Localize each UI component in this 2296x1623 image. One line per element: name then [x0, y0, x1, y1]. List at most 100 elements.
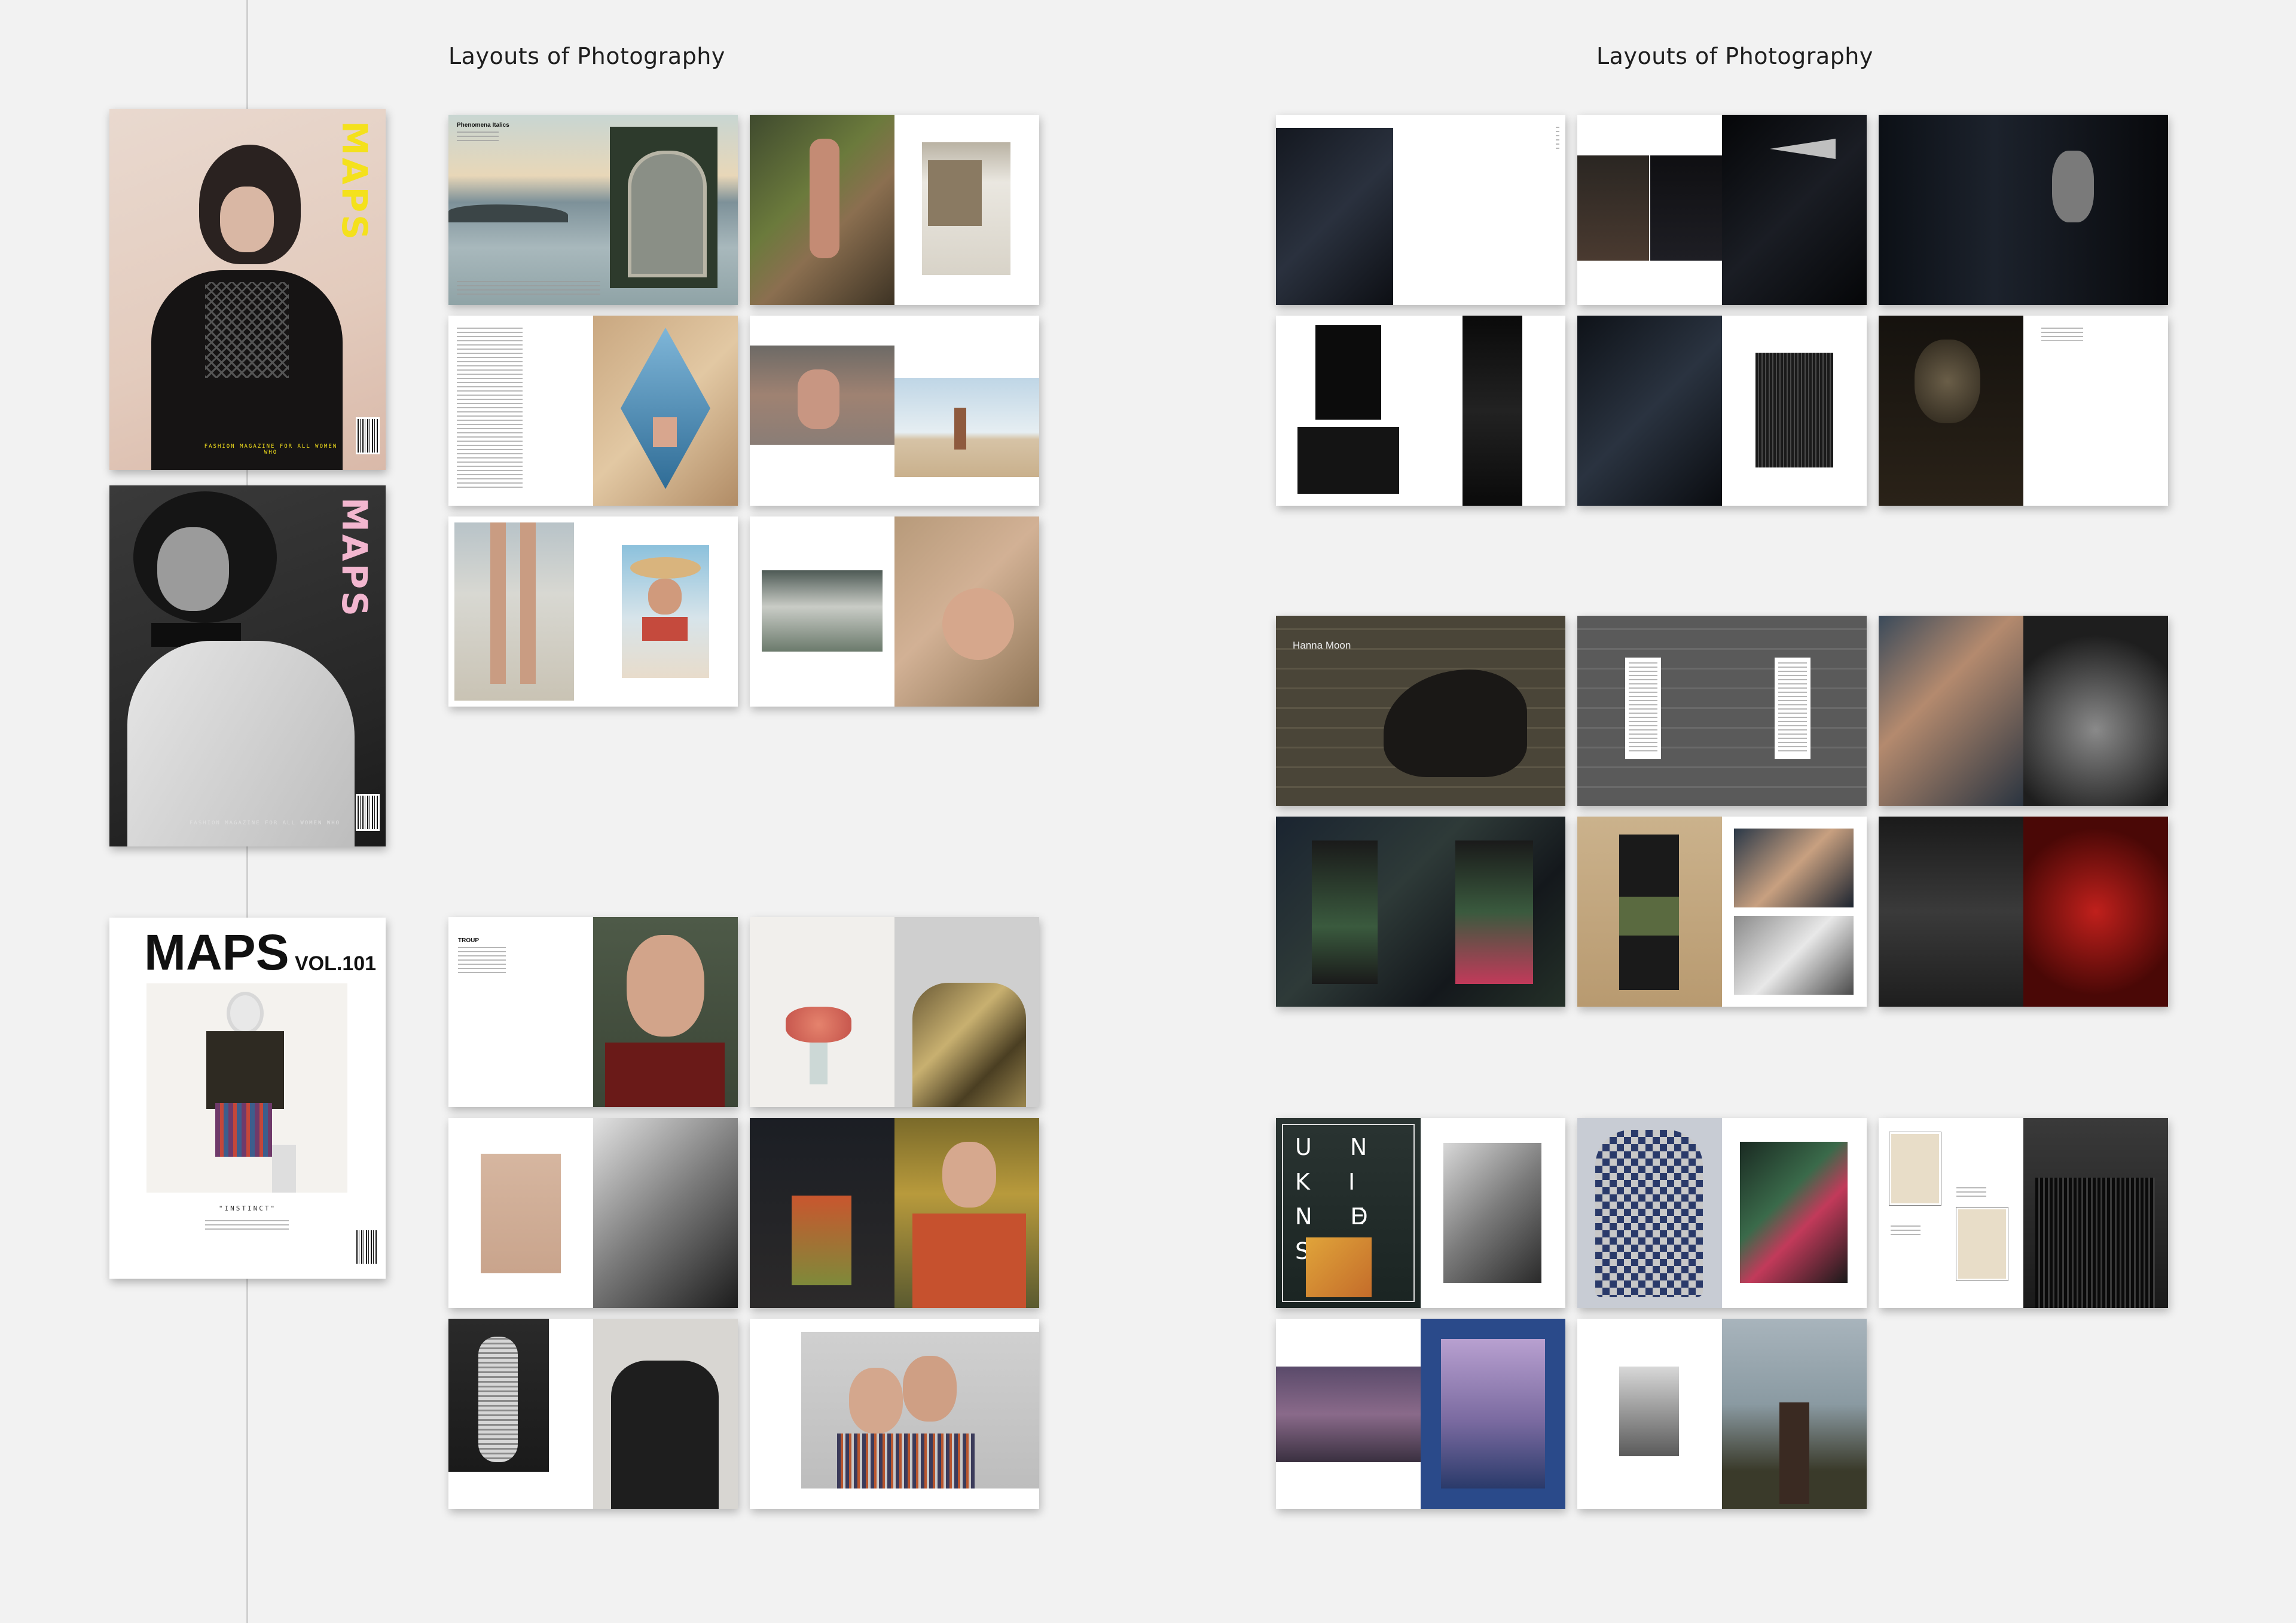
spread-desert-prism[interactable] — [448, 316, 738, 506]
section-heading-left: Layouts of Photography — [448, 43, 725, 69]
blank-page — [1421, 115, 1565, 305]
sequin-jacket-photo — [1740, 1142, 1848, 1283]
spread-phenomena-lake[interactable]: Phenomena Italics — [448, 115, 738, 305]
spread-street-night[interactable] — [750, 1118, 1039, 1308]
polaroid-caption-1 — [1956, 1187, 1986, 1199]
cover-photo-head — [230, 995, 260, 1031]
lakeside-figure-photo — [1722, 1319, 1867, 1509]
roses-portrait-photo — [593, 917, 738, 1107]
spread-wall-poses[interactable] — [1577, 817, 1867, 1007]
spread-dunes[interactable] — [448, 516, 738, 707]
cover-white-shirt — [127, 641, 355, 846]
small-bw-page — [1577, 1319, 1722, 1509]
cover-photo — [146, 983, 347, 1193]
figure-in-water — [798, 369, 839, 429]
spread-unkindness-opener[interactable]: U N K I N D N E S S — [1276, 1118, 1565, 1308]
stairs-night-photo — [1276, 817, 1565, 1007]
red-club-photo — [2023, 817, 2168, 1007]
flowers-photo — [750, 917, 894, 1107]
spread-body-text — [457, 281, 600, 295]
dark-curtain-photo — [1276, 128, 1393, 305]
polaroid-2 — [1956, 1208, 2008, 1280]
cover-subtitle: FASHION MAGAZINE FOR ALL WOMEN WHO — [189, 820, 341, 826]
spread-troup-portrait[interactable]: TROUP — [448, 917, 738, 1107]
two-photos-page — [1722, 817, 1867, 1007]
forest-photo — [750, 115, 894, 305]
vertical-caption — [1556, 127, 1559, 151]
inset-arch-photo — [610, 127, 718, 288]
black-outfits — [611, 1361, 719, 1509]
yellow-outfit-figure — [1306, 1237, 1372, 1297]
cover-model-face — [157, 527, 229, 611]
dark-hand-page — [1276, 115, 1421, 305]
spread-twins-embrace[interactable] — [448, 1118, 738, 1308]
vintage-car-photo — [922, 142, 1010, 275]
spread-sculpture-hug[interactable] — [448, 1319, 738, 1509]
leg-right — [520, 522, 536, 684]
text-card-2-lines — [1778, 662, 1807, 752]
dark-figure-photo — [1879, 115, 2168, 305]
spread-lake-purple[interactable] — [1276, 1319, 1565, 1509]
spread-forest[interactable] — [750, 115, 1039, 305]
lake-purple-photo — [1441, 1339, 1545, 1488]
spread-dark-figure[interactable] — [1879, 115, 2168, 305]
crowd-photo — [1879, 616, 2023, 806]
twins-page — [448, 1118, 593, 1308]
spread-crowd[interactable] — [1879, 616, 2168, 806]
spread-red-club[interactable] — [1879, 817, 2168, 1007]
spread-hanna-moon-text[interactable] — [1577, 616, 1867, 806]
magazine-cover-2[interactable]: MAPS FASHION MAGAZINE FOR ALL WOMEN WHO — [109, 485, 386, 846]
spread-dark-face[interactable] — [1879, 316, 2168, 506]
spread-checkered[interactable] — [1577, 1118, 1867, 1308]
cover-model-face — [220, 187, 274, 252]
stone-arch — [628, 151, 707, 277]
water-figure-photo — [750, 346, 894, 445]
spread-polaroids[interactable] — [1879, 1118, 2168, 1308]
spread-dark-mask[interactable] — [1577, 115, 1867, 305]
text-card-1 — [1625, 658, 1661, 759]
caption-text — [2041, 328, 2083, 341]
cover-photo-kilt — [215, 1103, 272, 1157]
cover-fine-print — [205, 1220, 289, 1232]
figure-in-forest — [810, 139, 839, 258]
small-bw-photo — [1619, 1367, 1679, 1456]
collage-left-page — [1276, 316, 1421, 506]
water-page — [750, 316, 894, 506]
spread-flowers-gold[interactable] — [750, 917, 1039, 1107]
magazine-cover-1[interactable]: MAPS FASHION MAGAZINE FOR ALL WOMEN WHO — [109, 109, 386, 470]
scarf — [642, 617, 688, 641]
spread-title: TROUP — [458, 937, 479, 944]
lake-raft-page — [1276, 1319, 1421, 1509]
photo-top — [1734, 829, 1854, 907]
caption-page — [2023, 316, 2168, 506]
grey-wall-photo — [1577, 616, 1867, 806]
leg-left — [490, 522, 506, 684]
lakeside-figure — [1779, 1402, 1809, 1504]
spread-beach[interactable] — [750, 316, 1039, 506]
spread-waterfall[interactable] — [750, 516, 1039, 707]
spread-lakeside[interactable] — [1577, 1319, 1867, 1509]
cover-volume: VOL.101 — [295, 952, 377, 975]
dark-photo-b — [1297, 427, 1399, 494]
spread-braids[interactable] — [750, 1319, 1039, 1509]
photo-bottom — [1734, 916, 1854, 995]
spread-dark-hand[interactable] — [1276, 115, 1565, 305]
legs-dune-photo — [454, 522, 574, 701]
orange-jacket — [912, 1214, 1026, 1308]
mirror-reflection — [621, 328, 710, 489]
spread-hanna-moon-opener[interactable]: Hanna Moon — [1276, 616, 1565, 806]
rock-silhouette — [448, 204, 568, 222]
spread-dark-collage[interactable] — [1276, 316, 1565, 506]
model-face-2 — [903, 1356, 957, 1422]
fringe-bw-photo — [2023, 1118, 2168, 1308]
polaroid-caption-2 — [1891, 1225, 1921, 1235]
spread-dark-fringe[interactable] — [1577, 316, 1867, 506]
model-face — [648, 579, 682, 615]
polaroids-page — [1879, 1118, 2023, 1308]
dark-duo-page — [1577, 115, 1722, 305]
magazine-cover-3[interactable]: MAPS VOL.101 "INSTINCT" — [109, 918, 386, 1279]
fringe-photo — [1755, 353, 1833, 467]
spread-stairs[interactable] — [1276, 817, 1565, 1007]
model-face — [942, 1142, 996, 1208]
beaded-outfits — [837, 1434, 975, 1488]
